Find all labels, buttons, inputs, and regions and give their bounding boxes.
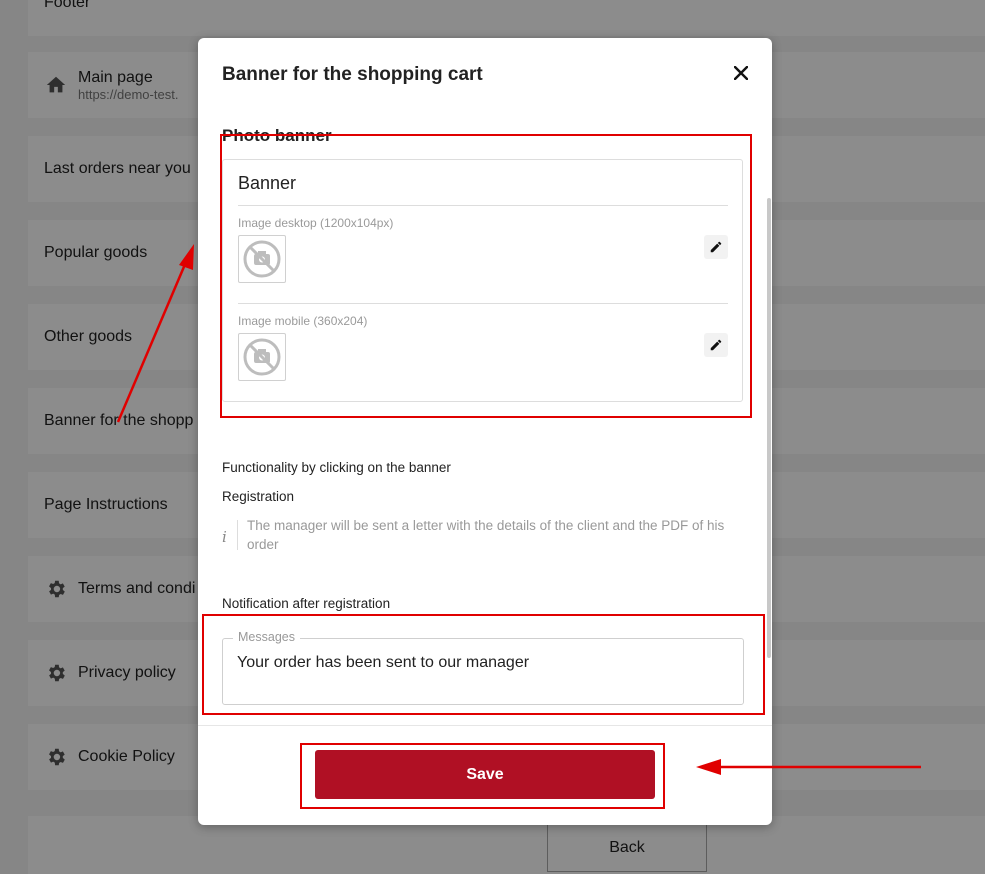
arrow-to-photo-banner (116, 244, 194, 423)
arrow-to-save-button (696, 759, 921, 775)
annotation-arrows (116, 244, 921, 775)
